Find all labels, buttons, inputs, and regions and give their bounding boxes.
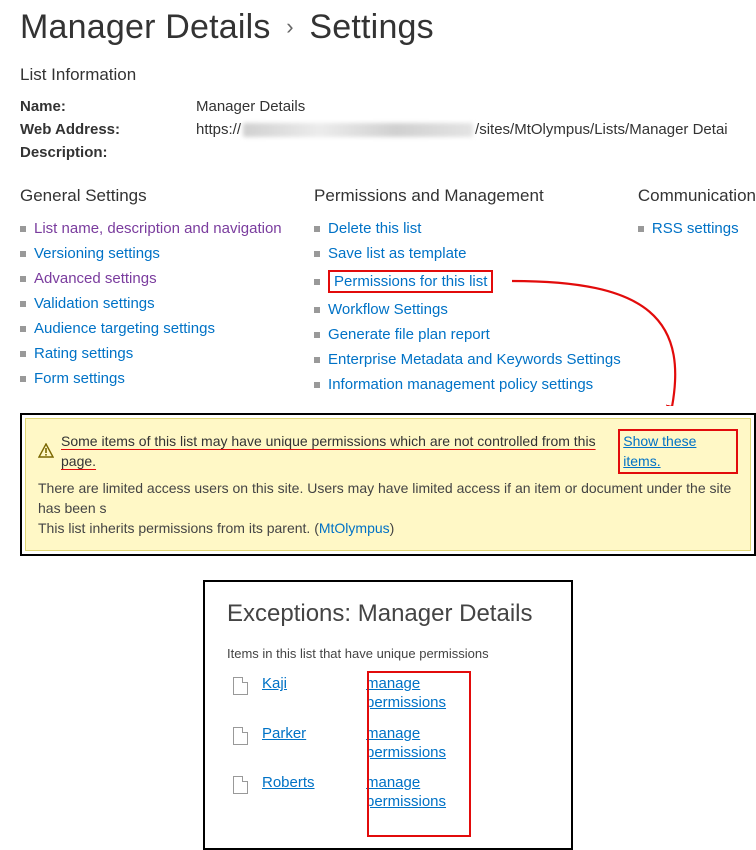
list-item: Validation settings: [20, 291, 314, 316]
list-item: Generate file plan report: [314, 322, 638, 347]
link-enterprise-metadata[interactable]: Enterprise Metadata and Keywords Setting…: [328, 351, 621, 368]
list-item: RSS settings: [638, 216, 756, 241]
column-communications: Communication RSS settings: [638, 186, 756, 397]
list-item: Permissions for this list: [314, 266, 638, 297]
list-item: Versioning settings: [20, 241, 314, 266]
highlight-permissions-for-list: Permissions for this list: [328, 270, 493, 293]
list-item: Enterprise Metadata and Keywords Setting…: [314, 347, 638, 372]
link-file-plan-report[interactable]: Generate file plan report: [328, 326, 490, 343]
banner-line3: This list inherits permissions from its …: [38, 518, 738, 538]
page-title-sub: Settings: [309, 8, 433, 46]
list-item: List name, description and navigation: [20, 216, 314, 241]
link-audience-targeting[interactable]: Audience targeting settings: [34, 320, 215, 337]
comms-list: RSS settings: [638, 216, 756, 241]
link-validation-settings[interactable]: Validation settings: [34, 295, 155, 312]
file-icon: [233, 677, 248, 695]
list-item: Advanced settings: [20, 266, 314, 291]
exception-row: Kaji manage permissions: [227, 675, 549, 713]
exception-row: Roberts manage permissions: [227, 774, 549, 812]
permissions-banner: Some items of this list may have unique …: [25, 418, 751, 551]
web-address-label: Web Address:: [20, 121, 196, 138]
manage-permissions-link[interactable]: manage permissions: [366, 774, 454, 812]
list-information-heading: List Information: [20, 65, 756, 85]
list-item: Delete this list: [314, 216, 638, 241]
file-icon: [233, 727, 248, 745]
perms-heading: Permissions and Management: [314, 186, 638, 206]
link-delete-list[interactable]: Delete this list: [328, 220, 421, 237]
banner-line2: There are limited access users on this s…: [38, 478, 738, 519]
perms-list: Delete this list Save list as template P…: [314, 216, 638, 397]
column-permissions-management: Permissions and Management Delete this l…: [314, 186, 638, 397]
comms-heading: Communication: [638, 186, 756, 206]
column-general-settings: General Settings List name, description …: [20, 186, 314, 397]
name-value: Manager Details: [196, 98, 305, 115]
general-settings-heading: General Settings: [20, 186, 314, 206]
exception-row: Parker manage permissions: [227, 725, 549, 763]
manage-permissions-link[interactable]: manage permissions: [366, 675, 454, 713]
manage-permissions-link[interactable]: manage permissions: [366, 725, 454, 763]
exceptions-title: Exceptions: Manager Details: [227, 600, 549, 628]
chevron-right-icon: ›: [286, 14, 294, 39]
link-workflow-settings[interactable]: Workflow Settings: [328, 301, 448, 318]
link-rss-settings[interactable]: RSS settings: [652, 220, 739, 237]
redacted-host: [243, 123, 473, 137]
description-label: Description:: [20, 144, 196, 161]
parent-link[interactable]: MtOlympus: [319, 520, 390, 536]
exception-item-name[interactable]: Kaji: [262, 675, 352, 692]
general-settings-list: List name, description and navigation Ve…: [20, 216, 314, 391]
page-title: Manager Details › Settings: [20, 8, 756, 47]
exception-item-name[interactable]: Roberts: [262, 774, 352, 791]
link-rating-settings[interactable]: Rating settings: [34, 345, 133, 362]
link-permissions-for-list[interactable]: Permissions for this list: [334, 273, 487, 290]
list-item: Form settings: [20, 366, 314, 391]
link-versioning-settings[interactable]: Versioning settings: [34, 245, 160, 262]
page-title-main: Manager Details: [20, 8, 271, 46]
list-item: Audience targeting settings: [20, 316, 314, 341]
banner-warning-text: Some items of this list may have unique …: [61, 431, 611, 472]
exceptions-subtitle: Items in this list that have unique perm…: [227, 646, 549, 661]
list-item: Rating settings: [20, 341, 314, 366]
link-info-mgmt-policy[interactable]: Information management policy settings: [328, 376, 593, 393]
link-advanced-settings[interactable]: Advanced settings: [34, 270, 157, 287]
exception-item-name[interactable]: Parker: [262, 725, 352, 742]
exceptions-panel: Exceptions: Manager Details Items in thi…: [203, 580, 573, 850]
link-form-settings[interactable]: Form settings: [34, 370, 125, 387]
link-save-template[interactable]: Save list as template: [328, 245, 466, 262]
name-label: Name:: [20, 98, 196, 115]
list-item: Information management policy settings: [314, 372, 638, 397]
link-list-name-description[interactable]: List name, description and navigation: [34, 220, 282, 237]
show-these-items-link[interactable]: Show these items.: [618, 429, 738, 474]
list-item: Workflow Settings: [314, 297, 638, 322]
permissions-banner-highlight: Some items of this list may have unique …: [20, 413, 756, 556]
file-icon: [233, 776, 248, 794]
list-item: Save list as template: [314, 241, 638, 266]
warning-icon: [38, 443, 54, 459]
web-address-value: https:///sites/MtOlympus/Lists/Manager D…: [196, 121, 728, 138]
